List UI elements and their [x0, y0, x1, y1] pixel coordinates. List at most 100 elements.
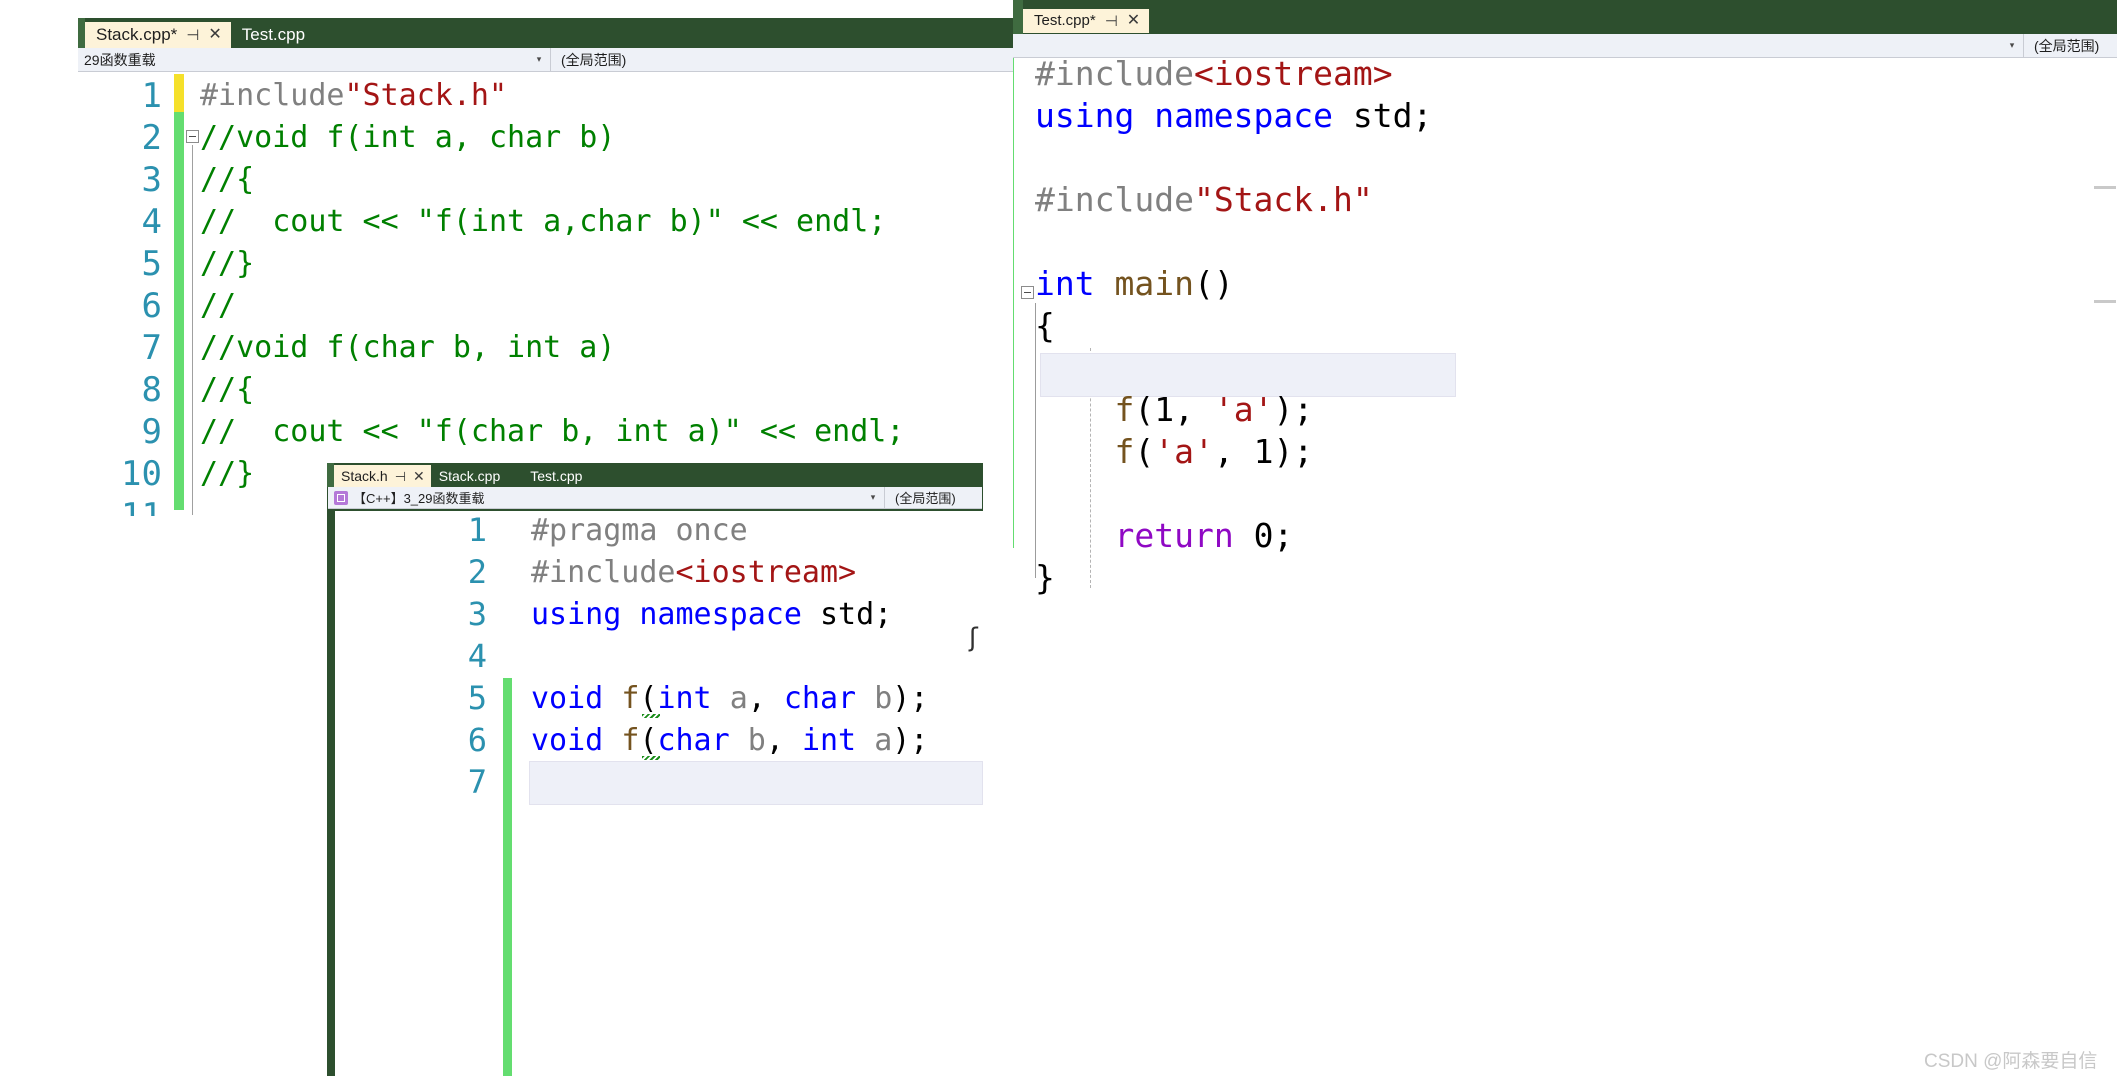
stack-cpp-code-area[interactable]: 1 2 3 4 5 6 7 8 9 10 11 #include"Stack.h…	[78, 72, 1018, 516]
code-line[interactable]: #include<iostream>	[1035, 58, 1393, 93]
code-token: int	[801, 723, 875, 758]
code-line[interactable]: return 0;	[1035, 516, 1293, 555]
scrollbar-mark[interactable]	[2094, 300, 2116, 303]
code-line[interactable]: using namespace std;	[531, 597, 892, 632]
code-line[interactable]: }	[1035, 558, 1055, 597]
pin-icon[interactable]: ⊣	[186, 28, 199, 43]
line-number: 11	[121, 496, 162, 516]
code-token: "Stack.h"	[1193, 180, 1373, 219]
code-line[interactable]: f(1, 'a');	[1035, 390, 1313, 429]
chevron-down-icon[interactable]: ▾	[532, 54, 546, 65]
close-icon[interactable]: ✕	[1127, 13, 1140, 29]
tab-stack-cpp[interactable]: Stack.cpp* ⊣ ✕	[85, 22, 231, 48]
code-line[interactable]: f('a', 1);	[1035, 432, 1313, 471]
code-token: main	[1114, 264, 1194, 303]
stack-cpp-window: Stack.cpp* ⊣ ✕ Test.cpp 29函数重载 ▾ (全局范围) …	[78, 18, 1018, 516]
code-token: //void f(char b, int a)	[200, 330, 616, 365]
stack-h-window: Stack.h ⊣ ✕ Stack.cpp Test.cpp 【C++】3_29…	[327, 463, 983, 1076]
code-token: #include	[200, 78, 345, 113]
code-line[interactable]: int main()	[1035, 264, 1234, 303]
member-dropdown[interactable]: 29函数重载 ▾	[78, 48, 551, 71]
code-line[interactable]: //void f(char b, int a)	[200, 330, 615, 365]
change-bar-saved	[503, 678, 512, 1076]
line-number: 6	[467, 721, 487, 759]
code-line[interactable]: // cout << "f(int a,char b)" << endl;	[200, 204, 886, 239]
code-line[interactable]: //void f(int a, char b)	[200, 120, 615, 155]
tab-label: Test.cpp*	[1034, 12, 1096, 29]
scope-dropdown[interactable]: (全局范围)	[2024, 34, 2110, 57]
chevron-down-icon[interactable]: ▾	[866, 492, 880, 503]
code-token: std;	[819, 597, 893, 632]
code-line[interactable]: //{	[200, 372, 254, 407]
code-token: int	[1035, 264, 1115, 303]
code-line[interactable]: #include<iostream>	[531, 555, 856, 590]
code-token: f	[1035, 390, 1135, 429]
code-token: (	[639, 723, 658, 758]
code-token: using namespace	[1035, 96, 1353, 135]
code-line[interactable]: //{	[200, 162, 254, 197]
code-token: return	[1114, 516, 1254, 555]
line-number: 6	[141, 286, 162, 326]
code-token: #pragma once	[531, 513, 748, 548]
change-bar-unsaved	[174, 74, 184, 112]
close-icon[interactable]: ✕	[413, 469, 425, 483]
code-token: (	[639, 681, 658, 716]
code-token: );	[892, 681, 929, 716]
collapse-toggle-icon[interactable]	[1021, 286, 1034, 299]
code-line[interactable]: #pragma once	[531, 513, 748, 548]
pin-icon[interactable]: ⊣	[1105, 14, 1118, 29]
chevron-down-icon[interactable]: ▾	[2005, 40, 2019, 51]
collapse-toggle-icon[interactable]	[186, 130, 199, 143]
cpp-project-icon	[334, 490, 348, 505]
code-token: <iostream>	[1193, 58, 1393, 93]
code-token: 1	[1253, 432, 1274, 471]
member-dropdown[interactable]: ▾	[1013, 34, 2024, 57]
current-line-highlight	[529, 761, 983, 805]
code-line[interactable]: //}	[200, 246, 254, 281]
code-line[interactable]: using namespace std;	[1035, 96, 1432, 135]
code-token: char	[783, 681, 875, 716]
code-line[interactable]: {	[1035, 306, 1055, 345]
scrollbar-mark[interactable]	[2094, 186, 2116, 189]
code-token: (	[1134, 432, 1155, 471]
code-token: // cout << "f(int a,char b)" << endl;	[200, 204, 887, 239]
tab-label: Stack.h	[341, 468, 388, 484]
code-line[interactable]: void f(int a, char b);	[531, 681, 928, 716]
code-token: 'a'	[1213, 390, 1274, 429]
code-line[interactable]: void f(char b, int a);	[531, 723, 928, 758]
tab-label: Stack.cpp	[438, 468, 501, 484]
code-token: );	[892, 723, 929, 758]
scope-dropdown[interactable]: (全局范围)	[551, 48, 637, 71]
tab-stack-h[interactable]: Stack.h ⊣ ✕	[334, 465, 431, 487]
stack-h-code-area[interactable]: 1 2 3 4 5 6 7 #pragma once #include<iost…	[335, 511, 983, 1076]
tabstrip-left-edge	[327, 463, 334, 487]
pin-icon[interactable]: ⊣	[395, 470, 406, 483]
test-cpp-tabstrip: Test.cpp* ⊣ ✕	[1013, 0, 2117, 34]
close-icon[interactable]: ✕	[208, 27, 221, 43]
error-squiggle	[642, 756, 660, 760]
project-dropdown[interactable]: 【C++】3_29函数重载 ▾	[328, 487, 885, 508]
code-token: "Stack.h"	[344, 78, 508, 113]
tab-test-cpp[interactable]: Test.cpp	[522, 465, 612, 487]
code-token: void	[531, 681, 622, 716]
tab-test-cpp[interactable]: Test.cpp	[231, 22, 314, 48]
watermark: CSDN @阿森要自信	[1924, 1051, 2098, 1072]
code-line[interactable]: //}	[200, 456, 254, 491]
code-token: f	[621, 681, 640, 716]
scope-dropdown[interactable]: (全局范围)	[885, 487, 966, 508]
code-token: <iostream>	[675, 555, 857, 590]
test-cpp-code-area[interactable]: #include<iostream> using namespace std; …	[1013, 58, 2117, 600]
code-line[interactable]: #include"Stack.h"	[200, 78, 507, 113]
line-number: 3	[467, 595, 487, 633]
scope-value: (全局范围)	[561, 51, 627, 68]
stray-glyph: ʃ	[969, 623, 978, 653]
line-number: 8	[141, 370, 162, 410]
member-dropdown-value: 29函数重载	[84, 51, 156, 68]
code-token: f	[1035, 432, 1135, 471]
tab-test-cpp[interactable]: Test.cpp* ⊣ ✕	[1023, 9, 1150, 33]
code-line[interactable]: #include"Stack.h"	[1035, 180, 1373, 219]
code-line[interactable]: //	[200, 288, 236, 323]
tab-stack-cpp[interactable]: Stack.cpp	[431, 465, 522, 487]
code-line[interactable]: // cout << "f(char b, int a)" << endl;	[200, 414, 904, 449]
tab-label: Test.cpp	[241, 25, 306, 44]
